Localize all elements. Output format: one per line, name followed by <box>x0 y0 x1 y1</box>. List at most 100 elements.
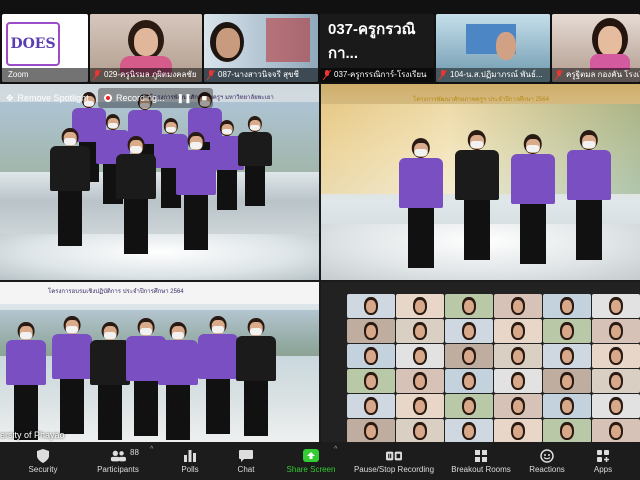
participant-skin <box>562 350 572 363</box>
tile-banner: โครงการพัฒนาศักยภาพครูฯ ประจำปีการศึกษา … <box>413 97 549 103</box>
participant-skin <box>611 300 621 313</box>
apps-button[interactable]: Apps <box>586 442 620 480</box>
chat-button[interactable]: Chat <box>228 442 264 480</box>
participant-skin <box>513 375 523 388</box>
share-screen-label: Share Screen <box>286 464 336 474</box>
participants-button[interactable]: Participants <box>88 442 148 480</box>
gallery-video-cell[interactable] <box>592 369 640 393</box>
participant-skin <box>464 425 474 438</box>
thumb-label: ครูฐิตมล กองคัน โรงเรียน <box>566 70 640 79</box>
mic-muted-icon <box>207 70 215 80</box>
gallery-video-cell[interactable] <box>445 344 493 368</box>
gallery-video-cell[interactable] <box>494 294 542 318</box>
gallery-video-cell[interactable] <box>543 369 591 393</box>
participant-figure <box>50 128 90 246</box>
mic-muted-icon <box>93 70 101 80</box>
thumb-label: 029-ครูนิรมล ภูผิตมงคลชัย <box>104 70 197 79</box>
participant-skin <box>513 400 523 413</box>
gallery-video-cell[interactable] <box>543 394 591 418</box>
spotlight-icon: ✥ <box>6 92 14 103</box>
chevron-up-icon[interactable]: ^ <box>334 446 337 453</box>
gallery-video-cell[interactable] <box>347 344 395 368</box>
thumb-zoom-logo[interactable]: DOES Zoom <box>2 14 88 82</box>
chevron-up-icon[interactable]: ^ <box>150 446 153 453</box>
participant-skin <box>464 350 474 363</box>
gallery-video-cell[interactable] <box>396 369 444 393</box>
gallery-video-cell[interactable] <box>347 394 395 418</box>
recording-indicator[interactable]: Recording... ❚❚ ■ <box>98 88 214 108</box>
gallery-video-cell[interactable] <box>347 319 395 343</box>
gallery-video-cell[interactable] <box>592 419 640 442</box>
participant-skin <box>464 325 474 338</box>
thumb-participant-2[interactable]: 087-นางสาวนิจจรี สุขชี <box>204 14 318 82</box>
gallery-video-cell[interactable] <box>347 369 395 393</box>
gallery-video-cell[interactable] <box>592 319 640 343</box>
participant-figure <box>236 318 276 436</box>
participant-skin <box>611 325 621 338</box>
gallery-video-cell[interactable] <box>347 294 395 318</box>
participant-skin <box>415 425 425 438</box>
participant-strip: DOES Zoom 029-ครูนิรมล ภูผิตมงคลชัย 087-… <box>0 0 640 84</box>
participant-figure <box>158 322 198 440</box>
participant-skin <box>366 325 376 338</box>
gallery-video-cell[interactable] <box>396 394 444 418</box>
participant-skin <box>513 350 523 363</box>
video-tile-1[interactable]: โครงการพัฒนาศักยภาพครูฯ มหาวิทยาลัยพะเยา <box>0 84 319 280</box>
gallery-video-cell[interactable] <box>543 344 591 368</box>
gallery-video-cell[interactable] <box>592 344 640 368</box>
participant-skin <box>562 375 572 388</box>
polls-button[interactable]: Polls <box>172 442 208 480</box>
gallery-video-cell[interactable] <box>543 319 591 343</box>
gallery-video-cell[interactable] <box>592 394 640 418</box>
participant-figure <box>238 116 272 206</box>
video-tile-3[interactable]: โครงการอบรมเชิงปฏิบัติการ ประจำปีการศึกษ… <box>0 282 319 442</box>
security-button[interactable]: Security <box>20 442 66 480</box>
thumb-participant-5[interactable]: ครูฐิตมล กองคัน โรงเรียน <box>552 14 640 82</box>
participant-figure <box>176 132 216 250</box>
logo-text: DOES <box>10 36 56 52</box>
thumb-participant-1[interactable]: 029-ครูนิรมล ภูผิตมงคลชัย <box>90 14 202 82</box>
participant-figure <box>511 134 555 264</box>
participant-skin <box>513 425 523 438</box>
gallery-video-cell[interactable] <box>543 419 591 442</box>
gallery-video-cell[interactable] <box>445 369 493 393</box>
remove-spotlight-button[interactable]: ✥ Remove Spotlight <box>0 88 95 108</box>
breakout-rooms-button[interactable]: Breakout Rooms <box>446 442 516 480</box>
gallery-video-cell[interactable] <box>445 419 493 442</box>
mic-muted-icon <box>555 70 563 80</box>
participant-skin <box>464 300 474 313</box>
thumb-label: 104-น.ส.ปฏิมาภรณ์ พันธ์... <box>450 70 543 79</box>
participant-figure <box>52 316 92 434</box>
participant-skin <box>611 375 621 388</box>
thumb-participant-3[interactable]: 037-ครูกรวณิกา... 037-ครูกรรณิการ์-โรงเร… <box>320 14 434 82</box>
gallery-video-cell[interactable] <box>592 294 640 318</box>
gallery-video-cell[interactable] <box>396 319 444 343</box>
stop-icon[interactable]: ■ <box>202 93 207 103</box>
gallery-video-cell[interactable] <box>396 344 444 368</box>
participant-skin <box>366 425 376 438</box>
mic-muted-icon <box>323 70 331 80</box>
share-screen-button[interactable]: Share Screen <box>280 442 342 480</box>
video-tile-4[interactable] <box>321 282 640 442</box>
gallery-video-cell[interactable] <box>445 394 493 418</box>
gallery-video-cell[interactable] <box>543 294 591 318</box>
gallery-video-cell[interactable] <box>494 319 542 343</box>
gallery-video-cell[interactable] <box>396 294 444 318</box>
security-label: Security <box>28 464 58 474</box>
gallery-video-cell[interactable] <box>396 419 444 442</box>
gallery-video-cell[interactable] <box>445 294 493 318</box>
gallery-video-cell[interactable] <box>445 319 493 343</box>
gallery-video-cell[interactable] <box>494 394 542 418</box>
reactions-icon <box>539 448 555 463</box>
gallery-video-cell[interactable] <box>494 344 542 368</box>
thumb-participant-4[interactable]: 104-น.ส.ปฏิมาภรณ์ พันธ์... <box>436 14 550 82</box>
pause-icon[interactable]: ❚❚ <box>177 93 192 104</box>
reactions-button[interactable]: Reactions <box>524 442 570 480</box>
video-tile-2[interactable]: โครงการพัฒนาศักยภาพครูฯ ประจำปีการศึกษา … <box>321 84 640 280</box>
gallery-video-cell[interactable] <box>347 419 395 442</box>
participant-figure <box>90 322 130 440</box>
pause-stop-recording-button[interactable]: Pause/Stop Recording <box>348 442 440 480</box>
gallery-video-cell[interactable] <box>494 369 542 393</box>
gallery-video-cell[interactable] <box>494 419 542 442</box>
shield-icon <box>35 448 51 463</box>
